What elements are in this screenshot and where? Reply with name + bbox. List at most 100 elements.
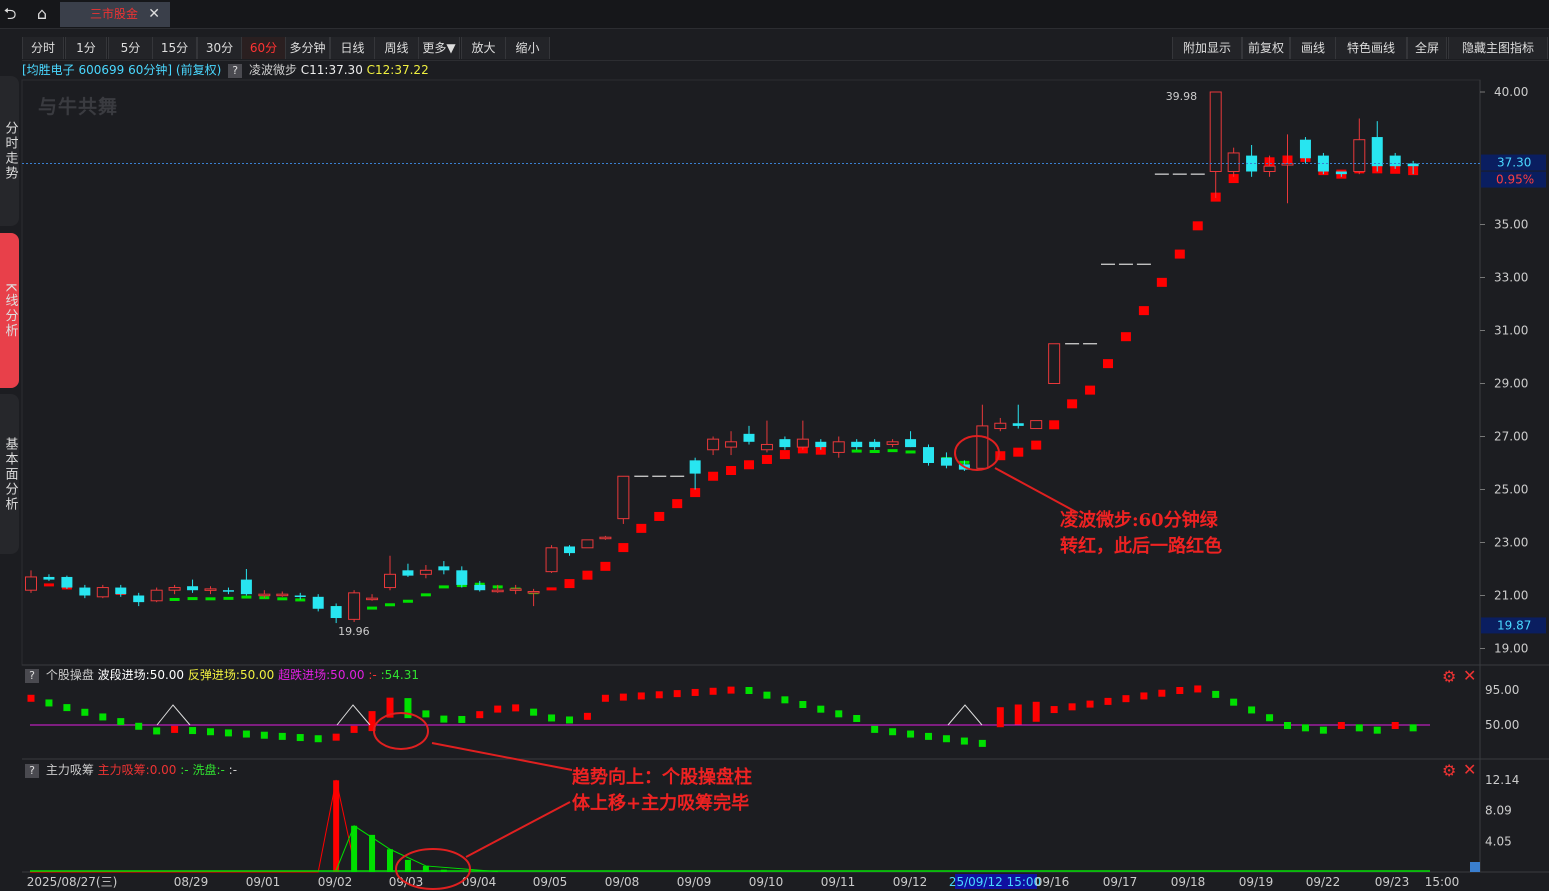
osc-bar — [1230, 698, 1238, 706]
candle-up — [366, 597, 379, 601]
osc-bar — [278, 732, 286, 740]
annotation-circle — [373, 712, 429, 750]
candle-up — [707, 438, 720, 451]
candle-down — [330, 606, 342, 619]
annotation-arrow — [465, 801, 571, 858]
osc-bar — [745, 687, 753, 694]
candle-up — [384, 573, 396, 589]
osc-bar — [27, 694, 35, 702]
candle-down — [1335, 171, 1347, 175]
date-label: 08/29 — [174, 875, 209, 889]
help-icon[interactable]: ? — [25, 764, 39, 778]
price-tick-label: 21.00 — [1494, 589, 1528, 603]
close-icon[interactable]: ✕ — [1463, 760, 1476, 779]
step-bar-green — [277, 597, 288, 601]
osc-bar — [727, 686, 735, 694]
accum-bar — [333, 780, 340, 872]
candle-down — [923, 447, 934, 463]
step-bar-red — [708, 471, 719, 481]
step-bar-green — [385, 603, 395, 607]
accum-l2: :- — [180, 763, 189, 777]
candle-down — [79, 587, 91, 596]
osc-bar — [1212, 690, 1220, 698]
step-bar-red — [564, 579, 575, 589]
osc-bar — [171, 725, 179, 733]
accum-tick-label: 4.05 — [1485, 834, 1512, 848]
gear-icon[interactable]: ⚙ — [1442, 761, 1456, 780]
candle-down — [851, 441, 863, 448]
osc-bar — [637, 692, 645, 700]
annotation-1: 凌波微步:60分钟绿 转红，此后一路红色 — [1060, 508, 1222, 560]
candle-up — [1048, 343, 1061, 384]
change-pct-label: 0.95% — [1496, 173, 1534, 187]
date-label: 09/17 — [1103, 875, 1138, 889]
kline-chart[interactable]: 95.00 50.00 12.14 8.09 4.05 40.00 35.00 33.00… — [0, 0, 1549, 891]
candle-down — [294, 595, 306, 597]
step-bar-red — [1067, 399, 1078, 409]
low-mark: 19.96 — [338, 625, 370, 638]
osc-bar — [332, 733, 340, 741]
osc-bar — [691, 688, 699, 696]
osc-bar — [871, 725, 879, 733]
candle-up — [204, 588, 217, 591]
accum-green-line — [335, 825, 498, 873]
date-label: 09/11 — [821, 875, 856, 889]
step-bar-red — [779, 450, 790, 460]
price-tick-label: 25.00 — [1494, 483, 1528, 497]
date-label: 09/01 — [246, 875, 281, 889]
gear-icon[interactable]: ⚙ — [1442, 667, 1456, 686]
osc-bar — [1104, 697, 1112, 705]
annotation-2: 趋势向上：个股操盘柱 体上移+主力吸筹完毕 — [572, 765, 752, 817]
annotation-2-line1: 趋势向上：个股操盘柱 — [572, 767, 752, 788]
osc-bar — [853, 715, 861, 722]
candle-up — [276, 593, 289, 597]
date-label: 09/05 — [533, 875, 568, 889]
candle-up — [545, 547, 558, 573]
candle-up — [760, 443, 773, 451]
osc-bar — [422, 710, 430, 718]
help-icon[interactable]: ? — [25, 669, 39, 683]
price-tick-label: 23.00 — [1494, 536, 1528, 550]
step-bar-green — [905, 450, 916, 454]
candle-up — [581, 539, 594, 549]
osc-bar — [224, 729, 232, 737]
step-bar-red — [672, 499, 683, 509]
osc-panel-header: ? 个股操盘 波段进场:50.00 反弹进场:50.00 超跌进场:50.00 … — [22, 667, 419, 683]
osc-bar — [1284, 722, 1291, 729]
current-price-label: 37.30 — [1497, 156, 1531, 170]
osc-bar — [799, 701, 807, 708]
candle-down — [689, 460, 701, 474]
candle-up — [258, 593, 271, 597]
candle-up — [725, 441, 738, 448]
candle-down — [456, 570, 468, 585]
step-bar-green — [367, 606, 378, 610]
step-bar-red — [1049, 420, 1060, 430]
osc-bar — [153, 727, 161, 735]
candle-down — [240, 579, 252, 595]
candle-up — [599, 536, 612, 540]
osc-bar — [296, 734, 304, 742]
candle-down — [402, 570, 414, 576]
date-label: 09/23 — [1375, 875, 1410, 889]
date-label: 09/10 — [749, 875, 784, 889]
date-label: 15:00 — [1425, 875, 1460, 889]
candle-up — [1030, 420, 1043, 430]
osc-bar — [458, 715, 466, 723]
main-panel-frame — [21, 79, 1481, 666]
annotation-1-line2: 转红，此后一路红色 — [1060, 536, 1222, 557]
osc-bar — [835, 710, 843, 718]
osc-bar — [530, 708, 538, 716]
osc-bar — [583, 712, 591, 720]
osc-bar — [81, 708, 89, 716]
date-label: 09/22 — [1306, 875, 1341, 889]
step-bar-red — [582, 570, 593, 580]
osc-bar — [63, 704, 71, 712]
close-icon[interactable]: ✕ — [1463, 666, 1476, 685]
osc-bar — [1373, 726, 1381, 734]
price-tick-label: 19.00 — [1494, 642, 1528, 656]
candle-down — [1389, 155, 1401, 167]
osc-l5: :54.31 — [380, 668, 419, 682]
candle-up — [168, 587, 181, 591]
step-bar-red — [636, 523, 647, 533]
candle-up — [1353, 139, 1366, 172]
